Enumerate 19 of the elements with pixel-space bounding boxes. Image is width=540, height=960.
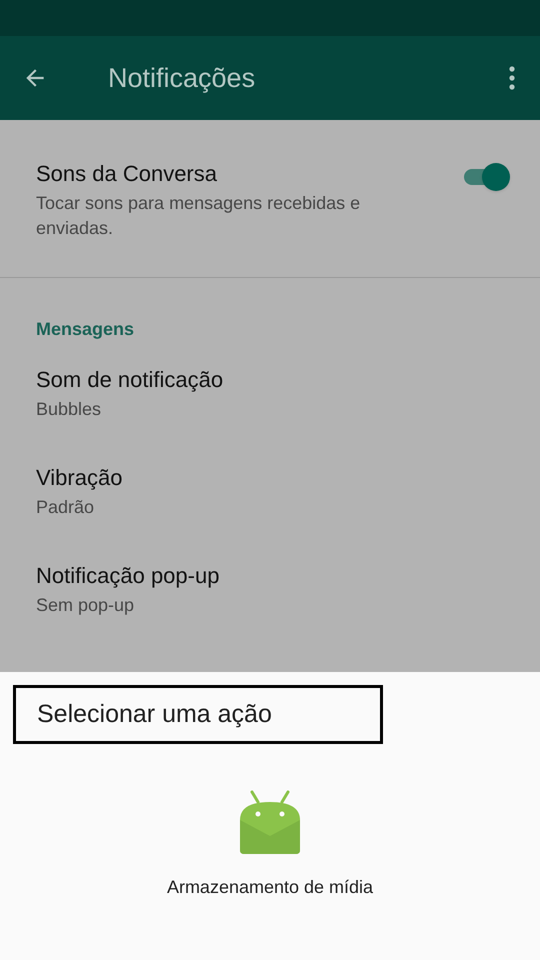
setting-title: Notificação pop-up bbox=[36, 562, 220, 590]
sheet-title: Selecionar uma ação bbox=[13, 685, 383, 744]
app-option[interactable]: Armazenamento de mídia bbox=[166, 790, 374, 901]
setting-description: Tocar sons para mensagens recebidas e enviadas. bbox=[36, 192, 362, 240]
settings-row[interactable]: Vibração Padrão bbox=[0, 441, 540, 539]
setting-title: Sons da Conversa bbox=[36, 160, 218, 188]
section-header: Mensagens bbox=[35, 318, 136, 341]
settings-row[interactable]: Notificação pop-up Sem pop-up bbox=[0, 539, 540, 637]
setting-title: Som de notificação bbox=[36, 366, 224, 394]
settings-row[interactable]: Som de notificação Bubbles bbox=[0, 343, 540, 441]
setting-title: Vibração bbox=[36, 464, 124, 492]
android-icon bbox=[240, 790, 300, 854]
setting-value: Sem pop-up bbox=[36, 594, 136, 617]
setting-value: Padrão bbox=[36, 496, 96, 519]
screen-title: Notificações bbox=[108, 62, 256, 95]
more-options-icon[interactable] bbox=[508, 65, 516, 91]
app-label: Armazenamento de mídia bbox=[166, 876, 374, 899]
setting-value: Bubbles bbox=[36, 398, 102, 421]
toggle-setting-row[interactable]: Sons da Conversa Tocar sons para mensagens recebidas e enviadas. bbox=[0, 120, 540, 278]
